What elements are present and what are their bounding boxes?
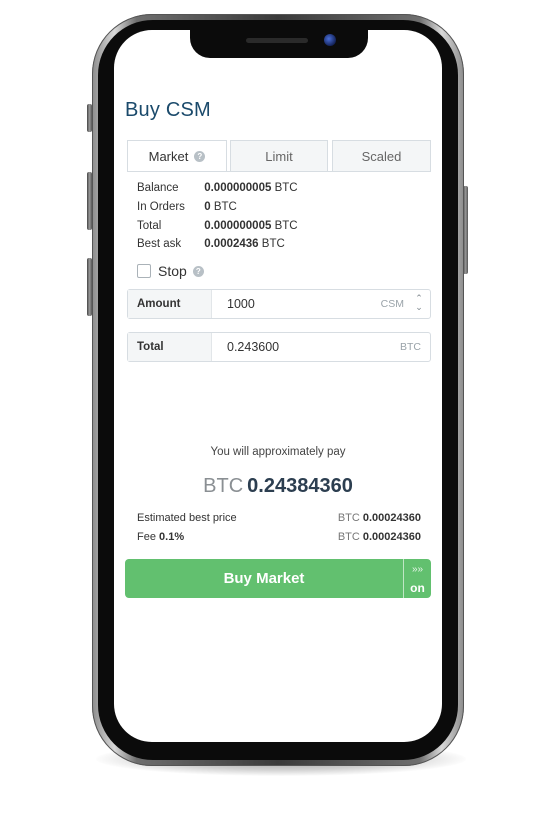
tab-market[interactable]: Market ? <box>127 140 227 172</box>
quick-buy-toggle-label: on <box>410 581 425 595</box>
tab-market-label: Market <box>148 149 189 164</box>
buy-market-label: Buy Market <box>223 570 305 587</box>
balance-row: Balance 0.000000005 BTC <box>137 182 298 194</box>
estimated-best-price-label: Estimated best price <box>137 512 237 524</box>
estimated-best-price-row: Estimated best price BTC 0.00024360 <box>137 512 421 524</box>
total-balance-row: Total 0.000000005 BTC <box>137 220 298 232</box>
in-orders-label: In Orders <box>137 201 185 213</box>
speaker-grille <box>246 38 308 43</box>
total-field[interactable]: Total 0.243600 BTC <box>127 332 431 362</box>
best-ask-row: Best ask 0.0002436 BTC <box>137 238 285 250</box>
tab-limit[interactable]: Limit <box>230 140 328 171</box>
balance-unit: BTC <box>274 182 298 194</box>
balance-value: 0.000000005 <box>204 182 272 194</box>
tab-limit-label: Limit <box>265 148 293 164</box>
stop-label: Stop <box>158 263 187 279</box>
phone-notch <box>190 28 368 58</box>
amount-currency: CSM <box>380 298 404 310</box>
chevron-down-icon[interactable]: ⌄ <box>414 303 424 312</box>
total-label: Total <box>128 333 212 361</box>
fee-row: Fee 0.1% BTC 0.00024360 <box>137 531 421 543</box>
tab-scaled[interactable]: Scaled <box>332 140 431 171</box>
double-chevron-right-icon: »» <box>411 564 424 575</box>
fee-value: 0.00024360 <box>362 531 421 543</box>
best-ask-label: Best ask <box>137 238 182 250</box>
tab-divider <box>127 171 431 172</box>
estimated-best-price-currency: BTC <box>337 512 360 524</box>
front-camera <box>324 34 336 46</box>
page-title: Buy CSM <box>125 99 211 121</box>
estimated-best-price-value: 0.00024360 <box>362 512 421 524</box>
total-balance-value: 0.000000005 <box>204 220 272 232</box>
help-icon[interactable]: ? <box>192 265 204 277</box>
help-icon[interactable]: ? <box>194 151 206 162</box>
phone-screen: Buy CSM Market ? Limit Scaled Balance 0.… <box>114 30 442 742</box>
best-ask-unit: BTC <box>261 238 285 250</box>
fee-label: Fee <box>137 531 156 543</box>
total-balance-label: Total <box>137 220 162 232</box>
total-balance-unit: BTC <box>274 220 298 232</box>
amount-input[interactable]: 1000 <box>227 290 255 318</box>
amount-stepper[interactable]: ⌃ ⌄ <box>414 294 424 314</box>
approx-pay-currency: BTC <box>203 475 244 497</box>
quick-buy-toggle[interactable]: »» on <box>403 559 431 598</box>
best-ask-value: 0.0002436 <box>204 238 259 250</box>
in-orders-unit: BTC <box>213 201 237 213</box>
amount-label: Amount <box>128 290 212 318</box>
amount-field[interactable]: Amount 1000 CSM ⌃ ⌄ <box>127 289 431 319</box>
total-input[interactable]: 0.243600 <box>227 333 279 361</box>
tab-scaled-label: Scaled <box>361 148 402 164</box>
total-currency: BTC <box>400 341 421 353</box>
in-orders-row: In Orders 0 BTC <box>137 201 237 213</box>
approx-pay-value: 0.24384360 <box>247 475 353 497</box>
stop-checkbox[interactable] <box>137 264 151 278</box>
balance-label: Balance <box>137 182 179 194</box>
buy-market-button[interactable]: Buy Market »» on <box>125 559 431 598</box>
in-orders-value: 0 <box>204 201 211 213</box>
stop-toggle[interactable]: Stop ? <box>137 263 204 279</box>
approx-pay-text: You will approximately pay <box>210 446 346 458</box>
fee-percent: 0.1% <box>159 531 185 543</box>
order-type-tabs: Market ? Limit Scaled <box>127 140 431 172</box>
approx-pay-amount: BTC 0.24384360 <box>114 475 442 498</box>
fee-currency: BTC <box>337 531 360 543</box>
